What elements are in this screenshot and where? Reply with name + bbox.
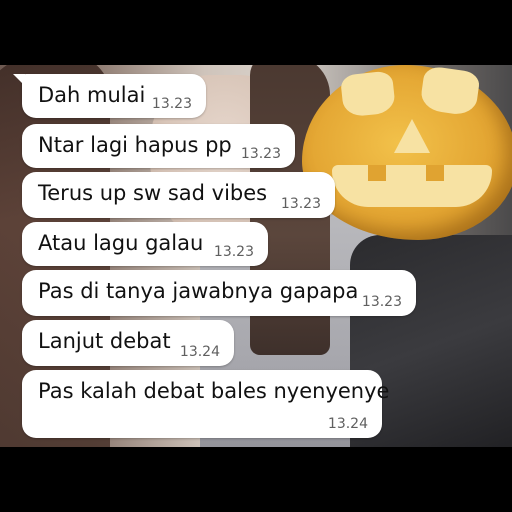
pumpkin-eye-left (339, 70, 397, 118)
pumpkin-nose (394, 119, 430, 153)
message-bubble[interactable]: Pas di tanya jawabnya gapapa 13.23 (22, 270, 416, 316)
bubble-tail (13, 74, 25, 86)
message-timestamp: 13.24 (179, 344, 220, 360)
message-timestamp: 13.23 (213, 244, 254, 260)
message-timestamp: 13.23 (151, 96, 192, 112)
message-bubble[interactable]: Pas kalah debat bales nyenyenye 13.24 (22, 370, 389, 438)
message-text: Ntar lagi hapus pp (38, 133, 232, 157)
pumpkin-mouth (332, 165, 492, 207)
pumpkin-lantern (302, 65, 512, 240)
message-bubble[interactable]: Ntar lagi hapus pp 13.23 (22, 124, 295, 168)
message-bubble[interactable]: Atau lagu galau 13.23 (22, 222, 268, 266)
message-bubble[interactable]: Terus up sw sad vibes 13.23 (22, 172, 335, 218)
chat-screenshot: Dah mulai 13.23 Ntar lagi hapus pp 13.23… (0, 0, 512, 512)
message-text: Dah mulai (38, 83, 146, 107)
message-timestamp: 13.23 (240, 146, 281, 162)
message-timestamp: 13.23 (361, 294, 402, 310)
message-timestamp: 13.24 (327, 416, 368, 432)
message-bubble[interactable]: Dah mulai 13.23 (13, 74, 206, 118)
pumpkin-tooth (368, 165, 386, 181)
pumpkin-tooth (426, 165, 444, 181)
message-text: Atau lagu galau (38, 231, 204, 255)
message-text: Lanjut debat (38, 329, 171, 353)
message-timestamp: 13.23 (280, 196, 321, 212)
message-bubble[interactable]: Lanjut debat 13.24 (22, 320, 234, 366)
message-text: Pas kalah debat bales nyenyenye (38, 379, 390, 403)
pumpkin-eye-right (419, 65, 481, 117)
message-text: Terus up sw sad vibes (38, 181, 268, 205)
message-text: Pas di tanya jawabnya gapapa (38, 279, 359, 303)
